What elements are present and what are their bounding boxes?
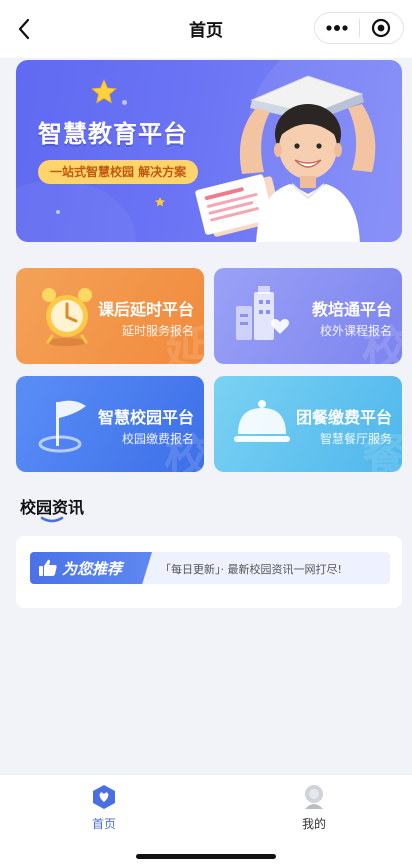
card-subtitle: 校园缴费报名	[121, 432, 194, 446]
hero-banner[interactable]: 智慧教育平台 一站式智慧校园 解决方案	[16, 60, 402, 242]
building-heart-icon	[236, 286, 290, 340]
card-smart-campus-platform[interactable]: 校 智慧校园平台 校园缴费报名	[16, 376, 204, 472]
card-title: 智慧校园平台	[97, 408, 194, 427]
recommend-badge: 为您推荐	[30, 552, 152, 584]
banner-subtitle-pill: 一站式智慧校园 解决方案	[38, 160, 199, 184]
close-mini-program-button[interactable]	[360, 13, 403, 43]
tab-label: 我的	[301, 817, 326, 831]
card-subtitle: 延时服务报名	[121, 324, 194, 338]
recommend-label: 为您推荐	[62, 560, 123, 578]
mini-program-capsule	[314, 12, 404, 44]
child-with-book-illustration	[239, 75, 376, 242]
target-circle-icon	[372, 18, 391, 38]
banner-decoration	[16, 180, 136, 242]
tab-home[interactable]: 首页	[64, 783, 144, 833]
card-training-platform[interactable]: 校 教培通平台 校外课程报名	[214, 268, 402, 364]
cloche-icon	[234, 400, 290, 442]
banner-title: 智慧教育平台	[38, 120, 188, 148]
card-title: 教培通平台	[311, 300, 392, 319]
bottom-tab-bar: 首页 我的	[0, 774, 412, 866]
top-nav-bar: 首页	[0, 0, 412, 58]
section-title: 校园资讯	[20, 498, 85, 517]
tab-profile[interactable]: 我的	[274, 783, 354, 833]
more-dots-icon	[326, 25, 348, 31]
card-subtitle: 校外课程报名	[319, 324, 392, 338]
news-card: 为您推荐 「每日更新」· 最新校园资讯一网打尽!	[16, 536, 402, 608]
alarm-clock-icon	[42, 288, 92, 346]
flag-icon	[38, 400, 86, 453]
sparkle-dot	[56, 210, 60, 214]
profile-icon	[305, 785, 323, 809]
card-group-meal-platform[interactable]: 餐 团餐缴费平台 智慧餐厅服务	[214, 376, 402, 472]
recommend-text: 「每日更新」· 最新校园资讯一网打尽!	[160, 563, 342, 576]
more-button[interactable]	[315, 13, 359, 43]
title-underline-decoration	[40, 516, 64, 523]
sparkle-dot	[122, 100, 127, 105]
card-after-school-platform[interactable]: 延 课后延时平台 延时服务报名	[16, 268, 204, 364]
tab-label: 首页	[91, 817, 116, 831]
home-indicator	[136, 854, 276, 859]
thumbs-up-icon	[39, 559, 57, 576]
card-subtitle: 智慧餐厅服务	[319, 432, 392, 446]
star-icon	[91, 79, 117, 104]
recommend-banner[interactable]: 为您推荐 「每日更新」· 最新校园资讯一网打尽!	[30, 552, 390, 584]
card-title: 课后延时平台	[97, 300, 194, 319]
star-icon	[155, 197, 165, 207]
home-icon	[93, 785, 115, 809]
card-title: 团餐缴费平台	[295, 408, 392, 427]
